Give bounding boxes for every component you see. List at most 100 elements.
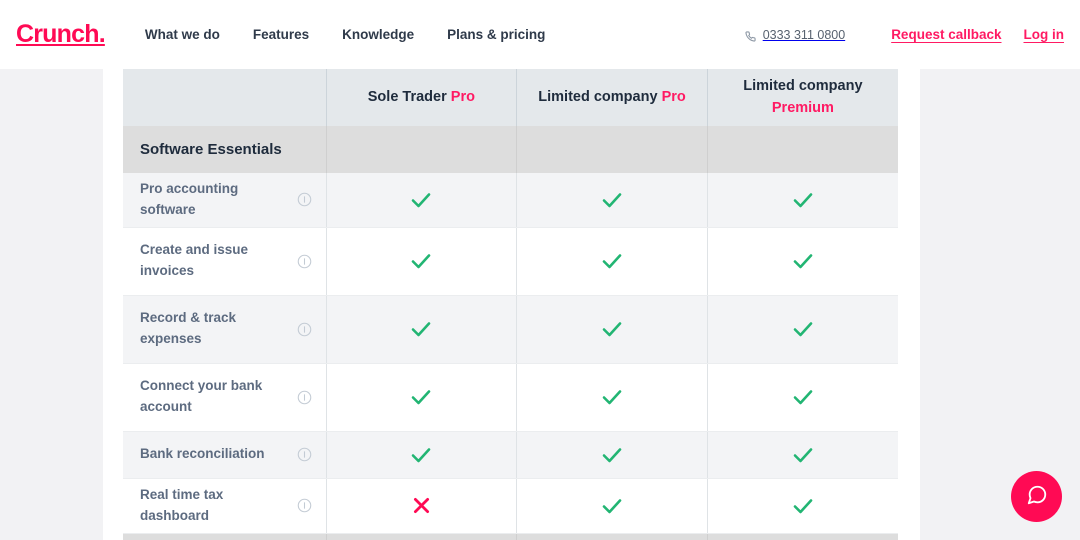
feature-included-cell [517, 295, 708, 363]
info-icon[interactable] [297, 447, 312, 462]
check-icon [600, 253, 624, 270]
check-icon [409, 253, 433, 270]
feature-included-cell [707, 431, 898, 478]
section-spacer-cell [326, 126, 517, 173]
table-header-row: Sole Trader Pro Limited company Pro Limi… [123, 69, 898, 126]
feature-label: Bank reconciliation [140, 444, 265, 465]
feature-included-cell [707, 173, 898, 227]
feature-included-cell [326, 295, 517, 363]
check-icon [600, 389, 624, 406]
check-icon [409, 389, 433, 406]
nav-item-knowledge[interactable]: Knowledge [342, 27, 414, 42]
feature-label-cell: Bank reconciliation [123, 431, 326, 478]
feature-included-cell [707, 478, 898, 533]
feature-label-cell: Real time tax dashboard [123, 478, 326, 533]
table-row: Bank reconciliation [123, 431, 898, 478]
check-icon [409, 321, 433, 338]
info-icon[interactable] [297, 322, 312, 337]
header-title: Sole Trader Pro [335, 87, 509, 108]
check-icon [791, 253, 815, 270]
table-row: Real time tax dashboard [123, 478, 898, 533]
section-title-cell: Software Essentials [123, 126, 326, 173]
chat-bubble-icon [1026, 484, 1048, 509]
section-spacer-cell [707, 533, 898, 540]
feature-included-cell [707, 227, 898, 295]
check-icon [791, 191, 815, 208]
main-nav: What we do Features Knowledge Plans & pr… [145, 27, 546, 42]
feature-included-cell [517, 227, 708, 295]
table-row: Record & track expenses [123, 295, 898, 363]
plan-tier: Premium [772, 100, 834, 116]
info-icon[interactable] [297, 390, 312, 405]
section-header-row-software-essentials: Software Essentials [123, 126, 898, 173]
plan-comparison-table-wrapper: Sole Trader Pro Limited company Pro Limi… [123, 69, 898, 540]
header-cell-sole-trader-pro: Sole Trader Pro [326, 69, 517, 126]
plan-name: Limited company [743, 78, 862, 94]
check-icon [600, 191, 624, 208]
feature-included-cell [326, 227, 517, 295]
cross-icon [411, 497, 432, 514]
header-title: Limited company Pro [525, 87, 699, 108]
section-spacer-cell [517, 533, 708, 540]
check-icon [409, 446, 433, 463]
check-icon [600, 446, 624, 463]
feature-included-cell [326, 173, 517, 227]
check-icon [791, 446, 815, 463]
nav-item-plans-pricing[interactable]: Plans & pricing [447, 27, 545, 42]
log-in-link[interactable]: Log in [1024, 27, 1065, 42]
plan-tier: Pro [451, 89, 475, 105]
info-icon[interactable] [297, 498, 312, 513]
table-row: Create and issue invoices [123, 227, 898, 295]
feature-label-cell: Record & track expenses [123, 295, 326, 363]
check-icon [791, 321, 815, 338]
section-spacer-cell [707, 126, 898, 173]
phone-link[interactable]: 0333 311 0800 [745, 28, 846, 42]
plan-tier: Pro [662, 89, 686, 105]
top-navigation-bar: Crunch. What we do Features Knowledge Pl… [0, 0, 1080, 69]
feature-label-cell: Pro accounting software [123, 173, 326, 227]
phone-number: 0333 311 0800 [763, 28, 846, 42]
plan-comparison-table: Sole Trader Pro Limited company Pro Limi… [123, 69, 898, 540]
plan-name: Limited company [538, 89, 661, 105]
section-spacer-cell [326, 533, 517, 540]
feature-included-cell [707, 295, 898, 363]
next-section-band [123, 533, 898, 540]
plan-name: Sole Trader [368, 89, 451, 105]
feature-label: Create and issue invoices [140, 240, 289, 282]
info-icon[interactable] [297, 254, 312, 269]
info-icon[interactable] [297, 192, 312, 207]
nav-right-group: 0333 311 0800 Request callback Log in [745, 27, 1064, 42]
feature-included-cell [517, 173, 708, 227]
header-title: Limited company Premium [716, 76, 890, 118]
check-icon [791, 497, 815, 514]
check-icon [600, 321, 624, 338]
table-row: Connect your bank account [123, 363, 898, 431]
crunch-logo[interactable]: Crunch. [16, 22, 105, 47]
section-title: Software Essentials [140, 141, 282, 158]
check-icon [791, 389, 815, 406]
feature-included-cell [517, 431, 708, 478]
feature-label: Record & track expenses [140, 308, 289, 350]
feature-label: Connect your bank account [140, 376, 289, 418]
header-cell-blank [123, 69, 326, 126]
feature-included-cell [326, 431, 517, 478]
feature-label-cell: Create and issue invoices [123, 227, 326, 295]
section-spacer-cell [123, 533, 326, 540]
request-callback-link[interactable]: Request callback [891, 27, 1001, 42]
nav-item-features[interactable]: Features [253, 27, 309, 42]
phone-icon [745, 29, 756, 40]
header-cell-limited-company-premium: Limited company Premium [707, 69, 898, 126]
check-icon [409, 191, 433, 208]
feature-label: Real time tax dashboard [140, 485, 289, 527]
feature-label-cell: Connect your bank account [123, 363, 326, 431]
section-spacer-cell [517, 126, 708, 173]
table-body: Software Essentials Pro accounting softw… [123, 126, 898, 540]
header-cell-limited-company-pro: Limited company Pro [517, 69, 708, 126]
check-icon [600, 497, 624, 514]
feature-included-cell [326, 363, 517, 431]
feature-excluded-cell [326, 478, 517, 533]
chat-widget-button[interactable] [1011, 471, 1062, 522]
table-row: Pro accounting software [123, 173, 898, 227]
nav-item-what-we-do[interactable]: What we do [145, 27, 220, 42]
feature-label: Pro accounting software [140, 179, 289, 221]
